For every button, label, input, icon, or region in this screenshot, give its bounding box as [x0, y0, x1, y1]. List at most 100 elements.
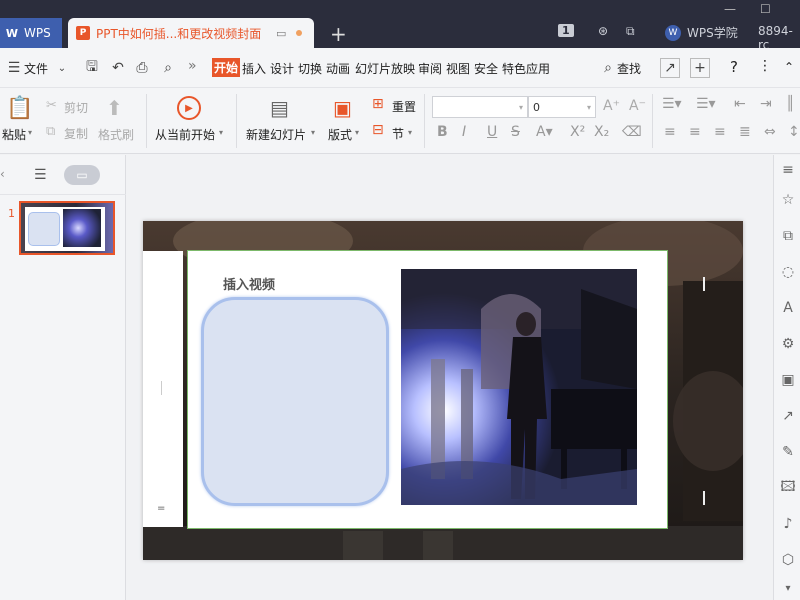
collapse-ribbon-icon[interactable]: ⌃ [784, 60, 794, 74]
tab-design[interactable]: 设计 [270, 60, 294, 77]
subscript-icon[interactable]: X₂ [594, 124, 609, 140]
paste-button[interactable]: 粘贴 [2, 126, 26, 143]
font-color-icon[interactable]: A▾ [536, 124, 553, 140]
maximize-button[interactable]: ☐ [760, 2, 771, 16]
play-from-current-button[interactable]: 从当前开始 [155, 126, 215, 143]
collapse-panel-icon[interactable]: ‹ [0, 167, 5, 181]
share-icon[interactable]: ↗ [660, 58, 680, 78]
slide-thumbnail-1[interactable] [19, 201, 115, 255]
edit-icon[interactable]: ✎ [779, 443, 797, 461]
tab-transitions[interactable]: 切换 [298, 60, 322, 77]
paste-icon[interactable]: 📋 [6, 96, 33, 121]
image-icon[interactable]: 🖾 [779, 479, 797, 497]
more-tabs-button[interactable]: » [188, 58, 197, 74]
section-button[interactable]: 节 [392, 125, 404, 142]
cloud-sync-icon[interactable]: ⊛ [598, 24, 608, 38]
bullet-list-icon[interactable]: ☰▾ [662, 96, 682, 112]
distribute-icon[interactable]: ⇔ [764, 124, 776, 140]
chevron-down-icon[interactable]: ⌄ [52, 58, 72, 78]
export-icon[interactable]: ↗ [779, 407, 797, 425]
text-direction-icon[interactable]: ║ [786, 96, 794, 112]
tab-animations[interactable]: 动画 [326, 60, 350, 77]
audio-icon[interactable]: ♪ [779, 515, 797, 533]
layout-button[interactable]: 版式 [328, 126, 352, 143]
slideshow-dropdown-icon[interactable]: ▾ [219, 128, 223, 137]
tab-security[interactable]: 安全 [474, 60, 498, 77]
print-preview-icon[interactable]: ⌕ [158, 58, 178, 78]
search-label[interactable]: 查找 [617, 60, 641, 77]
slide-design-icon[interactable]: ⧉ [779, 227, 797, 245]
increase-font-icon[interactable]: A⁺ [603, 98, 620, 114]
comment-icon[interactable]: + [690, 58, 710, 78]
cut-button[interactable]: 剪切 [64, 99, 88, 116]
copy-button[interactable]: 复制 [64, 125, 88, 142]
favorites-icon[interactable]: ☆ [779, 191, 797, 209]
file-menu[interactable]: 文件 [24, 60, 48, 77]
tab-special-apps[interactable]: 特色应用 [502, 60, 550, 77]
more-options-button[interactable]: ⋮ [758, 58, 772, 74]
reset-icon[interactable]: ⊞ [372, 96, 384, 112]
undo-icon[interactable]: ↶ [108, 58, 128, 78]
underline-icon[interactable]: U [487, 124, 497, 140]
bold-icon[interactable]: B [437, 124, 448, 140]
layout-dropdown-icon[interactable]: ▾ [355, 128, 359, 137]
decrease-indent-icon[interactable]: ⇤ [734, 96, 746, 112]
resize-handle-top[interactable] [703, 277, 705, 291]
wps-academy-link[interactable]: W WPS学院 [665, 24, 738, 41]
security-icon[interactable]: ⬡ [779, 551, 797, 569]
decrease-font-icon[interactable]: A⁻ [629, 98, 646, 114]
numbered-list-icon[interactable]: ☰▾ [696, 96, 716, 112]
strikethrough-icon[interactable]: S [511, 124, 520, 140]
increase-indent-icon[interactable]: ⇥ [760, 96, 772, 112]
overlay-title[interactable]: 插入视频 [223, 274, 275, 293]
italic-icon[interactable]: I [462, 124, 466, 140]
font-size-select[interactable]: 0 ▾ [528, 96, 596, 118]
concert-photo[interactable] [401, 269, 637, 505]
print-icon[interactable]: ⎙ [132, 58, 152, 78]
justify-icon[interactable]: ≣ [739, 124, 751, 140]
new-tab-button[interactable]: + [330, 22, 347, 46]
text-style-icon[interactable]: A [779, 299, 797, 317]
tab-slideshow[interactable]: 幻灯片放映 [355, 60, 415, 77]
search-icon[interactable]: ⌕ [598, 58, 618, 78]
picture-icon[interactable]: ▣ [779, 371, 797, 389]
section-dropdown-icon[interactable]: ▾ [408, 128, 412, 137]
superscript-icon[interactable]: X² [570, 124, 585, 140]
slide-1[interactable]: = 插入视频 [143, 221, 743, 560]
resize-handle-bottom[interactable] [703, 491, 705, 505]
format-painter-button[interactable]: 格式刷 [98, 126, 134, 143]
tab-review[interactable]: 审阅 [418, 60, 442, 77]
tab-home[interactable]: 开始 [212, 58, 241, 77]
line-spacing-icon[interactable]: ↕ [788, 124, 800, 140]
slide-view-toggle-icon[interactable]: ▭ [64, 165, 100, 185]
help-button[interactable]: ? [730, 58, 738, 76]
reset-button[interactable]: 重置 [392, 98, 416, 115]
align-left-icon[interactable]: ≡ [664, 124, 676, 140]
tab-insert[interactable]: 插入 [242, 60, 266, 77]
shapes-icon[interactable]: ◌ [779, 263, 797, 281]
new-slide-icon[interactable]: ▤ [270, 96, 289, 120]
outline-view-icon[interactable]: ☰ [34, 167, 47, 183]
minimize-button[interactable]: — [724, 2, 736, 16]
clear-format-icon[interactable]: ⌫ [622, 124, 642, 140]
paste-dropdown-icon[interactable]: ▾ [28, 128, 32, 137]
layout-icon[interactable]: ▣ [333, 96, 352, 120]
align-center-icon[interactable]: ≡ [689, 124, 701, 140]
save-icon[interactable]: 🖫 [82, 58, 102, 78]
play-icon[interactable]: ▶ [177, 96, 201, 120]
scroll-down-icon[interactable]: ▾ [779, 579, 797, 597]
share-window-icon[interactable]: ⧉ [626, 24, 635, 39]
document-tab[interactable]: P PPT中如何插...和更改视频封面 ▭ [68, 18, 314, 48]
align-right-icon[interactable]: ≡ [714, 124, 726, 140]
content-overlay-frame[interactable]: 插入视频 [187, 250, 668, 529]
monitor-icon[interactable]: ▭ [276, 27, 286, 40]
pane-menu-icon[interactable]: ≡ [779, 161, 797, 179]
new-slide-button[interactable]: 新建幻灯片 [246, 126, 306, 143]
window-count-badge[interactable]: 1 [558, 24, 574, 37]
font-name-select[interactable]: ▾ [432, 96, 528, 118]
adjust-icon[interactable]: ⚙ [779, 335, 797, 353]
hamburger-icon[interactable]: ☰ [4, 58, 24, 78]
new-slide-dropdown-icon[interactable]: ▾ [311, 128, 315, 137]
video-placeholder[interactable] [201, 297, 389, 506]
wps-home-tab[interactable]: W WPS [0, 18, 62, 48]
